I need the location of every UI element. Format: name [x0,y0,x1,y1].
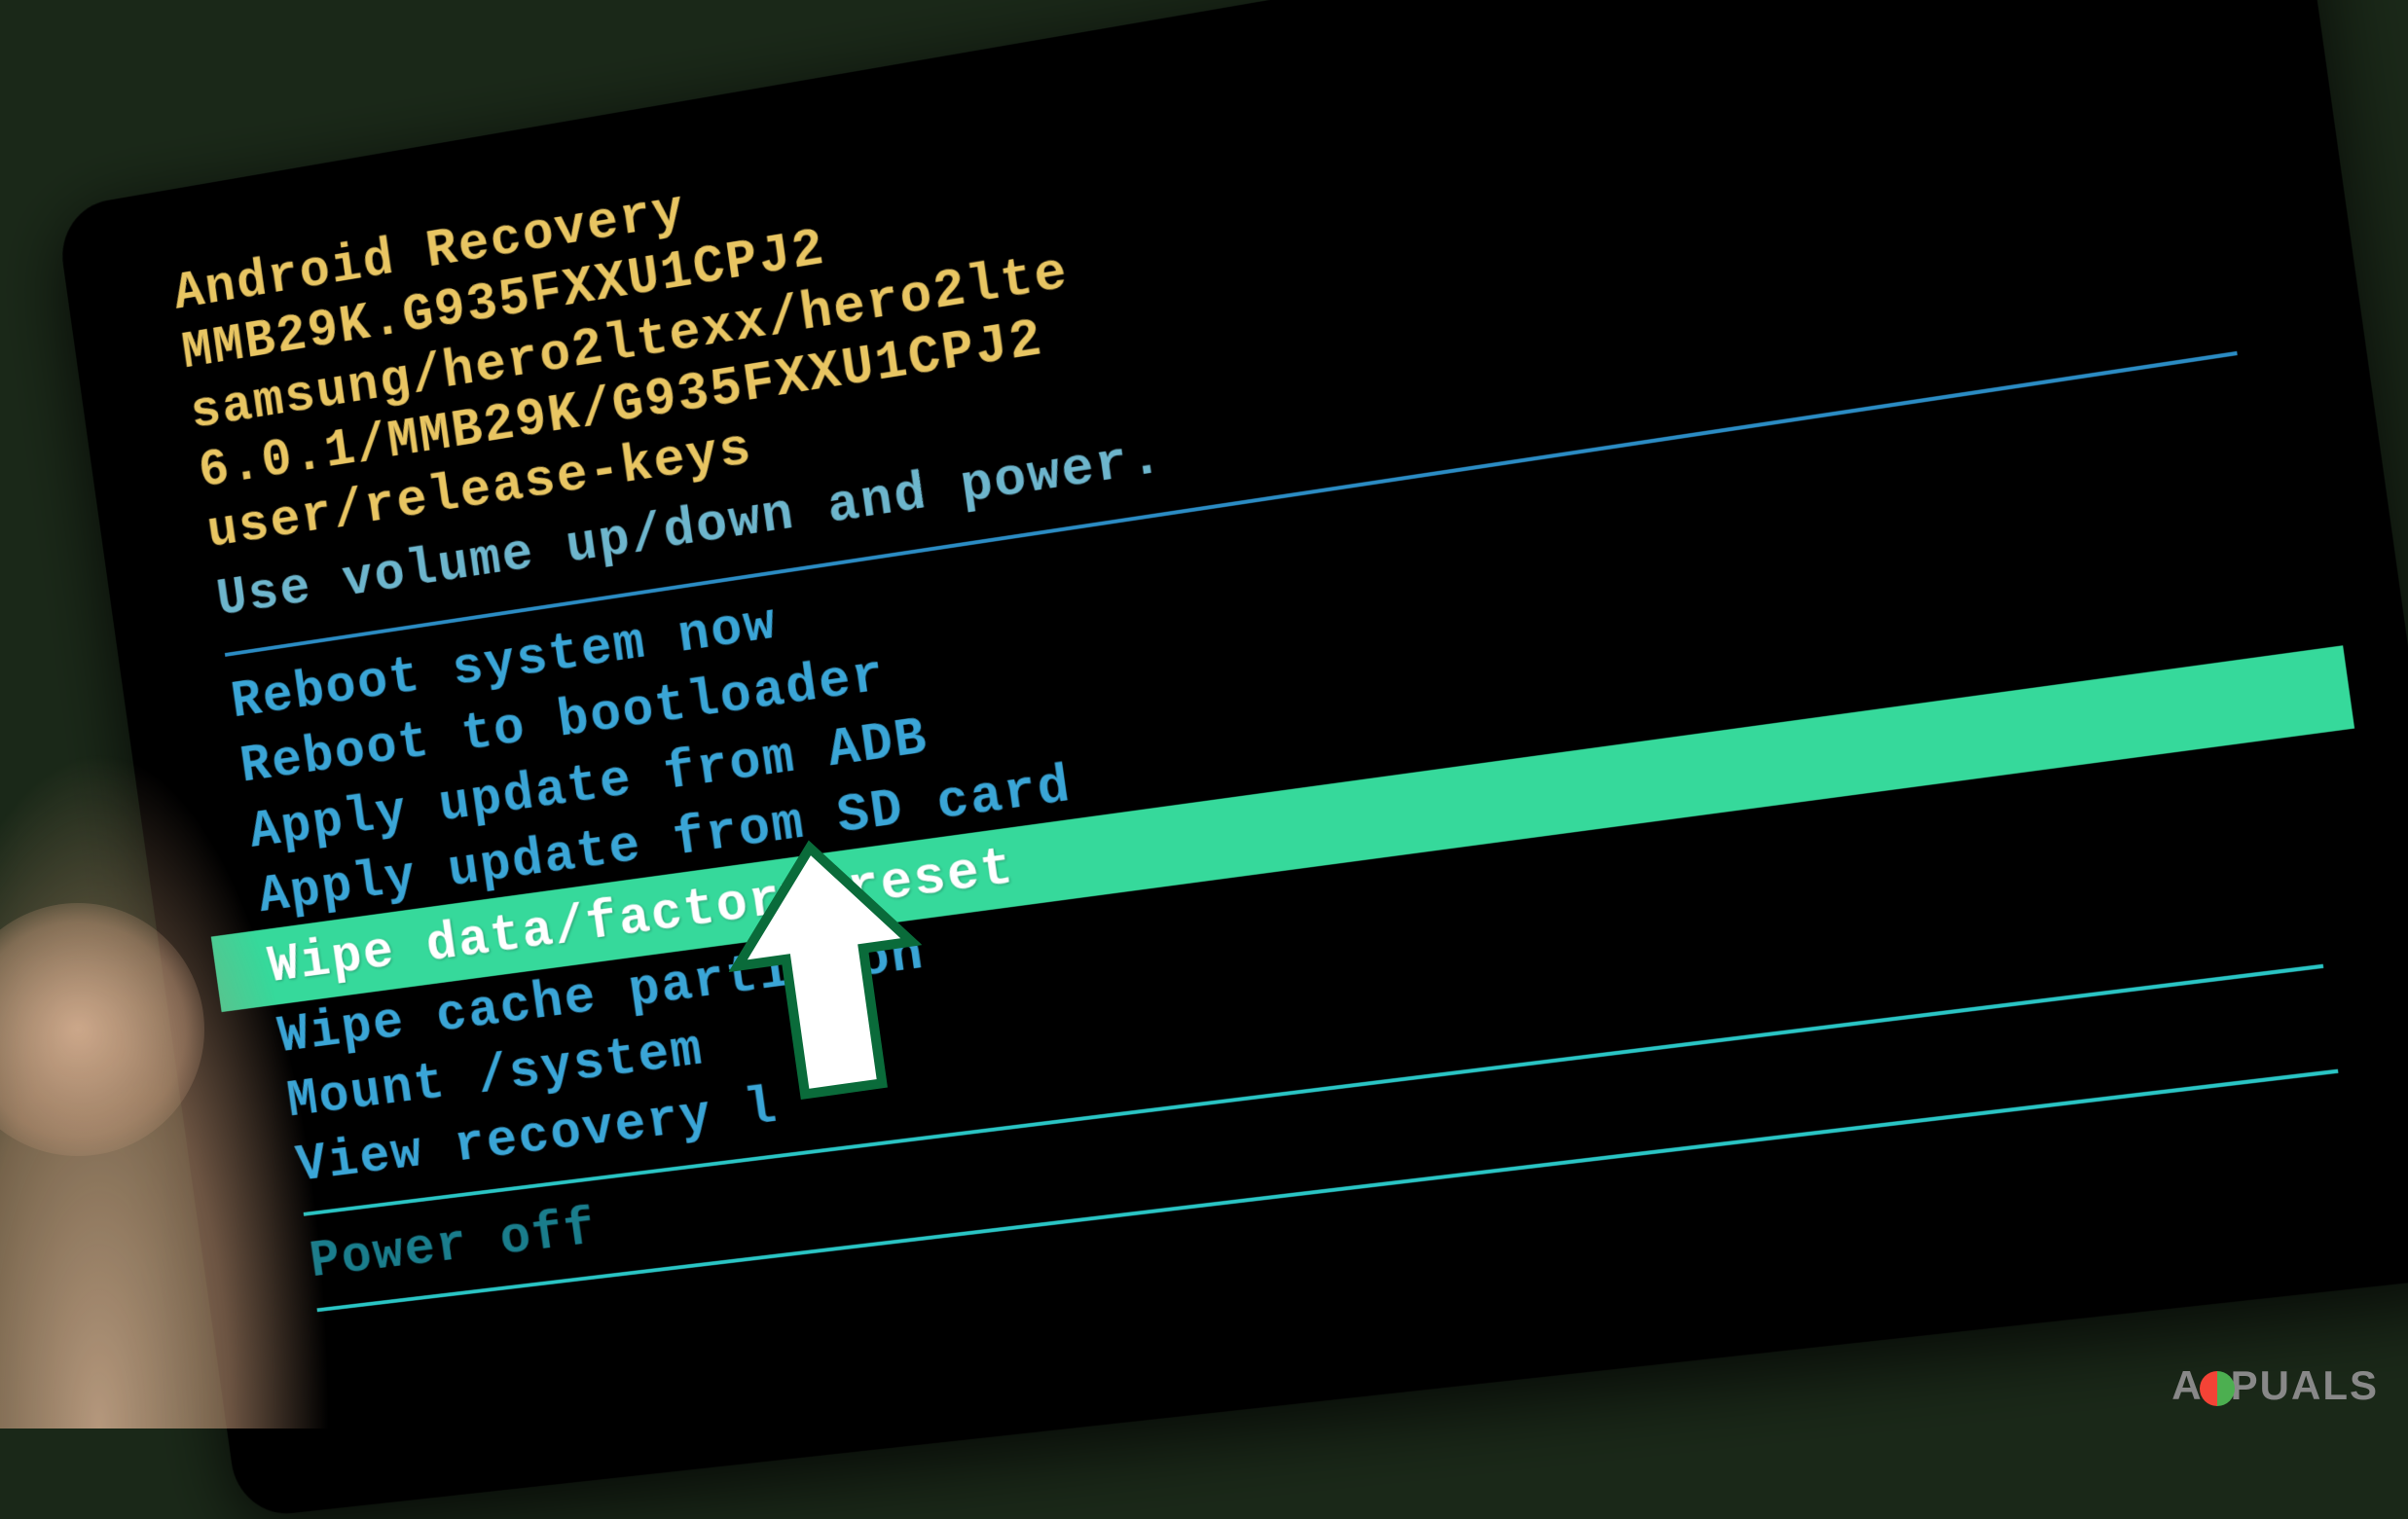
watermark: A PUALS [2171,1362,2379,1409]
up-arrow-icon [711,824,942,1121]
arrow-annotation [730,837,925,1114]
watermark-text-a: A [2171,1362,2203,1408]
watermark-logo-icon [2200,1371,2235,1406]
watermark-text-puals: PUALS [2231,1362,2379,1408]
phone-frame: Android Recovery MMB29K.G935FXXU1CPJ2 sa… [55,0,2408,1519]
recovery-screen: Android Recovery MMB29K.G935FXXU1CPJ2 sa… [113,0,2408,1476]
